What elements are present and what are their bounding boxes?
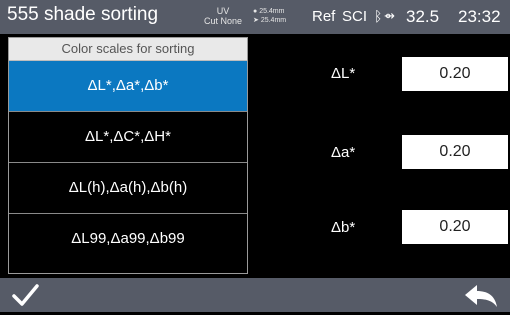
bottom-bar — [0, 278, 510, 312]
aperture-lens-label: 25.4mm — [260, 17, 287, 24]
aperture-measure-label: 25.4mm — [259, 8, 285, 15]
back-button[interactable] — [463, 282, 499, 310]
checkmark-icon — [12, 284, 39, 306]
delta-b-tolerance-input[interactable]: 0.20 — [402, 210, 508, 244]
color-scale-list: Color scales for sorting ΔL*,Δa*,Δb* ΔL*… — [8, 37, 248, 274]
delta-a-label: Δa* — [331, 144, 356, 161]
aperture-indicator: ● 25.4mm ➤ 25.4mm — [253, 7, 286, 25]
uv-filter-indicator: UV Cut None — [200, 6, 246, 26]
screen-title: 555 shade sorting — [7, 4, 159, 25]
uv-label: UV — [216, 6, 230, 16]
back-arrow-icon — [465, 285, 497, 307]
uv-cut-label: Cut None — [203, 16, 243, 26]
aperture-measure-row: ● 25.4mm — [253, 7, 286, 16]
scale-option-hunter[interactable]: ΔL(h),Δa(h),Δb(h) — [9, 163, 247, 214]
lens-icon: ➤ — [253, 17, 259, 24]
temperature-readout: 32.5 — [406, 7, 440, 26]
confirm-button[interactable] — [8, 280, 42, 310]
color-scale-list-header: Color scales for sorting — [9, 38, 247, 61]
bluetooth-icon: ᛒ — [374, 8, 383, 24]
ref-indicator: Ref — [312, 8, 336, 25]
delta-l-tolerance-input[interactable]: 0.20 — [402, 57, 508, 91]
status-bar: 555 shade sorting UV Cut None ● 25.4mm ➤… — [0, 0, 510, 34]
scale-option-lab[interactable]: ΔL*,Δa*,Δb* — [9, 61, 247, 112]
scale-option-din99[interactable]: ΔL99,Δa99,Δb99 — [9, 214, 247, 264]
circle-icon: ● — [253, 8, 258, 15]
scale-option-lch[interactable]: ΔL*,ΔC*,ΔH* — [9, 112, 247, 163]
delta-l-label: ΔL* — [331, 65, 356, 82]
sci-indicator: SCI — [342, 8, 368, 25]
aperture-lens-row: ➤ 25.4mm — [253, 16, 286, 25]
delta-b-label: Δb* — [331, 219, 356, 236]
usb-icon: ⇴ — [384, 8, 395, 23]
delta-a-tolerance-input[interactable]: 0.20 — [402, 135, 508, 169]
clock: 23:32 — [458, 7, 501, 26]
